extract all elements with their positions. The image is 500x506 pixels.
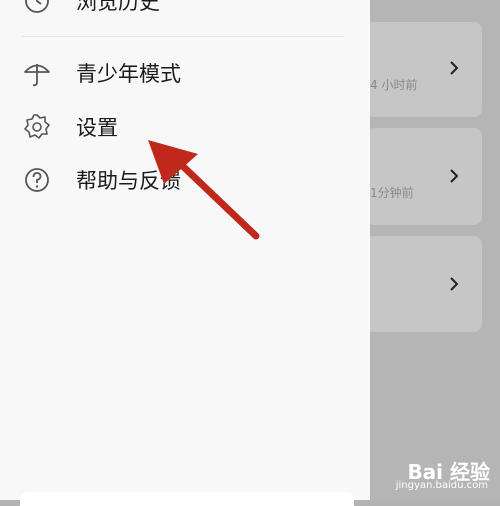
gear-icon: [24, 114, 50, 139]
menu-item-help-feedback[interactable]: 帮助与反馈: [22, 159, 342, 199]
menu-item-label: 设置: [76, 116, 118, 140]
history-clock-icon: [25, 0, 49, 13]
umbrella-icon: [24, 64, 50, 87]
chevron-right-icon: [450, 61, 459, 75]
menu-item-history[interactable]: 浏览历史: [22, 0, 342, 20]
chevron-right-icon: [450, 169, 459, 183]
menu-item-label: 帮助与反馈: [76, 169, 181, 193]
menu-item-settings[interactable]: 设置: [22, 106, 342, 146]
watermark: Bai 经验 jingyan.baidu.com: [370, 454, 490, 494]
watermark-url: jingyan.baidu.com: [395, 480, 488, 491]
menu-item-label: 青少年模式: [76, 62, 181, 86]
divider: [22, 36, 344, 37]
menu-item-label: 浏览历史: [76, 0, 160, 14]
menu-item-teen-mode[interactable]: 青少年模式: [22, 52, 342, 92]
side-drawer: 浏览历史 青少年模式 设置 帮助与反馈: [0, 0, 370, 506]
background-card[interactable]: [366, 236, 482, 332]
bottom-bar: [20, 492, 354, 506]
card-timestamp: 4 小时前: [370, 78, 418, 92]
background-card[interactable]: 4 小时前: [366, 22, 482, 117]
background-card[interactable]: 1分钟前: [366, 128, 482, 225]
card-timestamp: 1分钟前: [370, 186, 414, 200]
chevron-right-icon: [450, 277, 459, 291]
help-question-icon: [25, 168, 49, 192]
